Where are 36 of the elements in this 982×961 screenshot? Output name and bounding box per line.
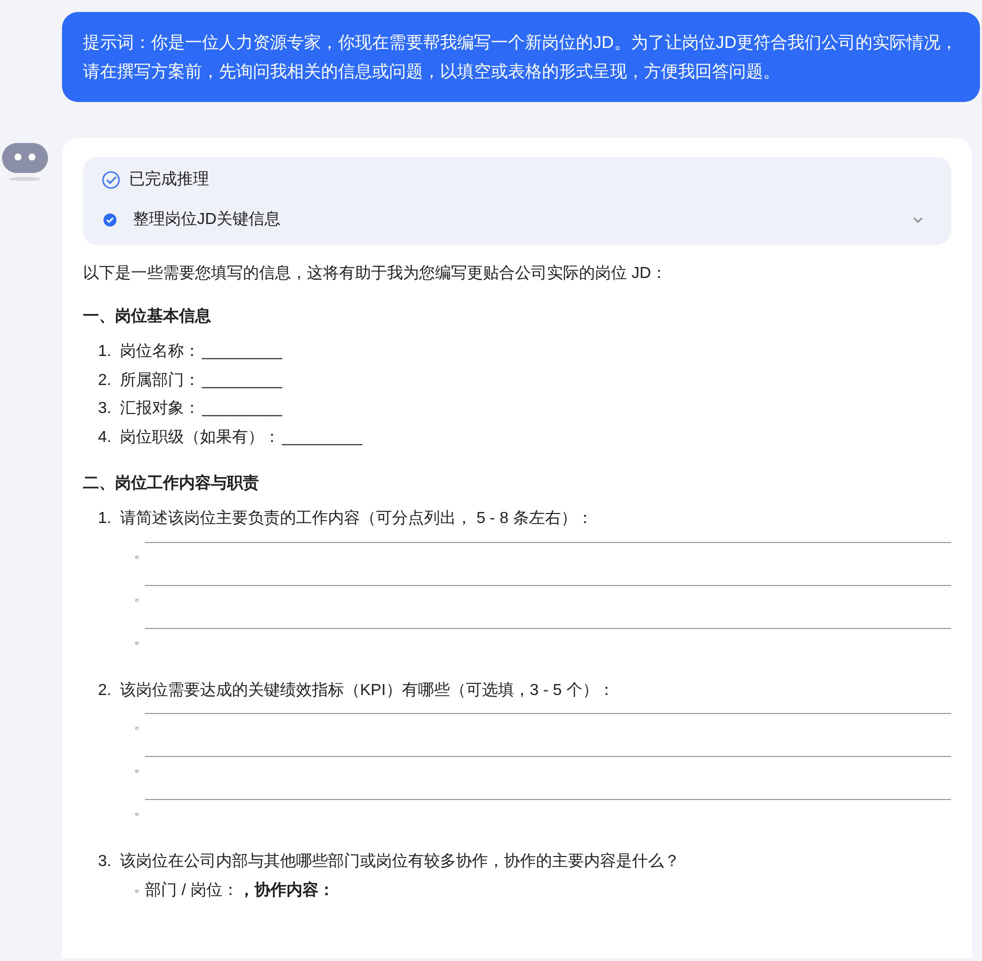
- check-dot-icon: [103, 213, 117, 227]
- fill-in-blank: _________: [202, 370, 282, 391]
- check-circle-icon: [101, 170, 121, 190]
- bot-avatar-icon: [2, 141, 48, 183]
- section-heading: 二、岗位工作内容与职责: [83, 473, 260, 494]
- list-number: 3.: [98, 852, 112, 872]
- fill-in-blank: _________: [282, 428, 362, 448]
- item-label: 岗位职级（如果有）：: [120, 428, 280, 448]
- item-label: 岗位名称：: [120, 342, 200, 362]
- reasoning-step-text: 整理岗位JD关键信息: [133, 210, 281, 230]
- item-label: 该岗位在公司内部与其他哪些部门或岗位有较多协作，协作的主要内容是什么？: [120, 852, 680, 872]
- bullet-marker: ◦: [134, 806, 140, 823]
- item-label: 请简述该岗位主要负责的工作内容（可分点列出， 5 - 8 条左右）：: [120, 508, 593, 530]
- list-number: 4.: [98, 428, 112, 448]
- list-number: 2.: [98, 370, 112, 391]
- bullet-text: 部门 / 岗位：，协作内容：: [145, 880, 334, 900]
- fill-in-blank: _________: [202, 342, 282, 362]
- bullet-marker: ◦: [134, 634, 140, 652]
- bullet-marker: ◦: [134, 882, 140, 900]
- prompt-text: 提示词：你是一位人力资源专家，你现在需要帮我编写一个新岗位的JD。为了让岗位JD更符合我们公司的实际情况，请在撰写方案前，先询问我相关的信息或问题，以填空或表格的形式呈现，方便我回答问题。: [83, 32, 959, 83]
- item-label: 该岗位需要达成的关键绩效指标（KPI）有哪些（可选填，3 - 5 个）：: [120, 680, 614, 701]
- intro-text: 以下是一些需要您填写的信息，这将有助于我为您编写更贴合公司实际的岗位 JD：: [83, 264, 668, 284]
- item-label: 汇报对象：: [120, 398, 200, 420]
- section-heading: 一、岗位基本信息: [83, 306, 212, 327]
- list-number: 1.: [98, 509, 112, 530]
- bullet-marker: ◦: [134, 592, 140, 608]
- bullet-marker: ◦: [134, 720, 140, 737]
- bullet-marker: ◦: [134, 548, 140, 566]
- list-number: 3.: [98, 399, 112, 420]
- reasoning-step[interactable]: 整理岗位JD关键信息: [101, 209, 933, 231]
- list-number: 1.: [98, 342, 112, 362]
- item-label: 所属部门：: [120, 370, 200, 391]
- bullet-marker: ◦: [134, 763, 140, 780]
- fill-in-blank: _________: [202, 399, 282, 420]
- reasoning-status: 已完成推理: [129, 170, 209, 190]
- list-number: 2.: [98, 680, 112, 701]
